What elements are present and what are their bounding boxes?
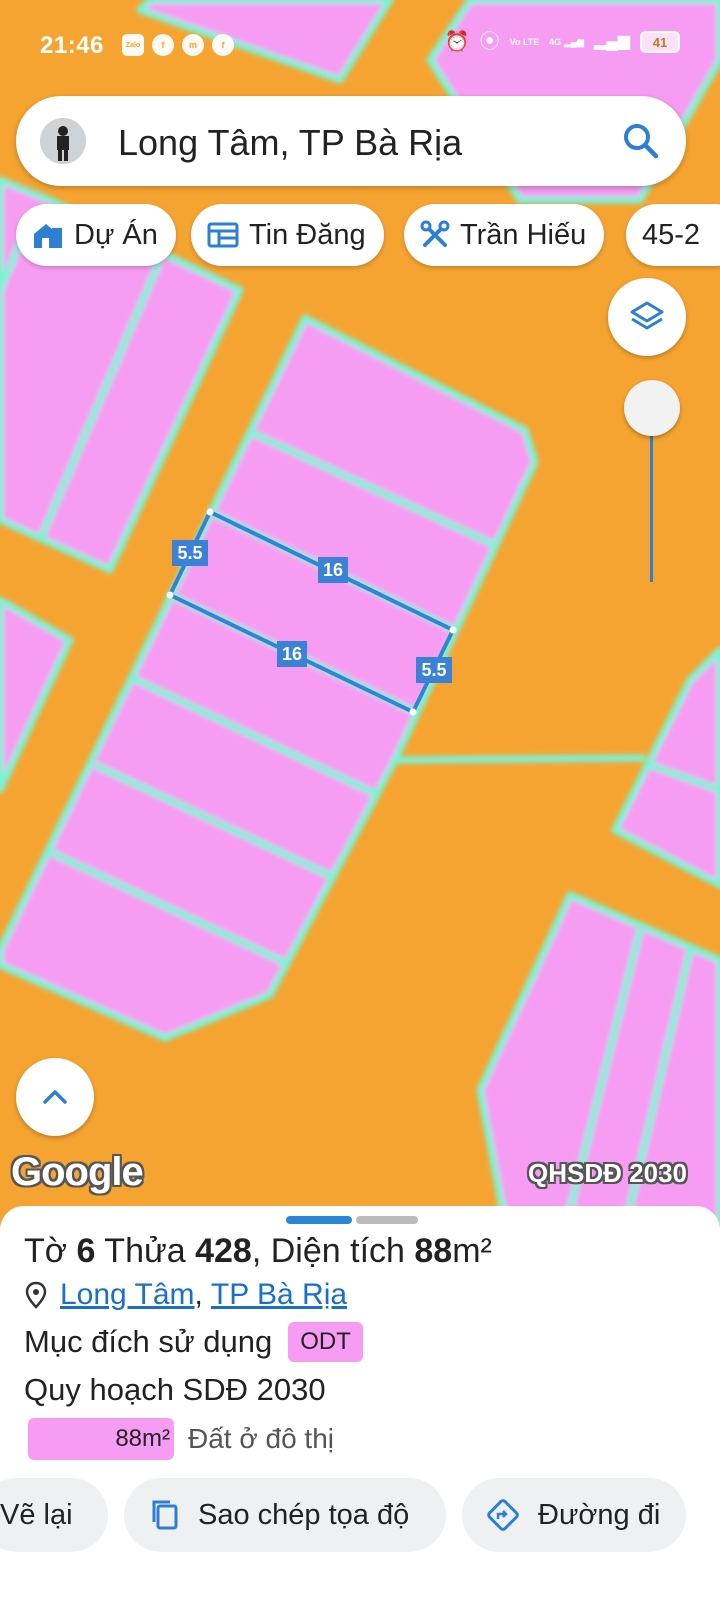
map-canvas[interactable]: 5.5 16 16 5.5 — [0, 0, 720, 1250]
legend-swatch: 88m² — [28, 1418, 174, 1460]
legend-row: 88m² Đất ở đô thị — [28, 1418, 334, 1460]
volte-icon: Vo LTE — [509, 37, 540, 47]
parcel-info-sheet: Tờ 6 Thửa 428, Diện tích 88m² Long Tâm ,… — [0, 1206, 720, 1608]
avatar[interactable] — [40, 118, 86, 164]
chip-du-an[interactable]: Dự Án — [16, 204, 176, 266]
parcel-vertex — [166, 591, 174, 599]
chip-label: Trần Hiếu — [460, 218, 587, 251]
sheet-handle-active[interactable] — [286, 1216, 352, 1224]
parcel-title: Tờ 6 Thửa 428, Diện tích 88m² — [24, 1232, 492, 1270]
building-icon — [34, 224, 62, 248]
location-icon: ⦿ — [479, 31, 500, 53]
status-time: 21:46 — [40, 32, 104, 59]
tools-icon — [420, 220, 450, 247]
sheet-handle[interactable] — [356, 1216, 418, 1224]
expand-up-button[interactable] — [16, 1058, 94, 1136]
opacity-slider-thumb[interactable] — [624, 380, 680, 436]
system-icons: ⏰ ⦿ Vo LTE 4G ▂▄▆ ▂▄▆ 41 — [445, 30, 680, 54]
legend-description: Đất ở đô thị — [188, 1423, 334, 1454]
location-pin-icon — [25, 1281, 47, 1309]
dimension-label-left: 5.5 — [177, 543, 202, 563]
avatar-image — [40, 118, 86, 164]
land-use-purpose: Mục đích sử dụng ODT — [24, 1322, 363, 1362]
chip-label: 45-2 — [642, 218, 701, 251]
redraw-button[interactable]: Vẽ lại — [0, 1478, 108, 1552]
listing-icon — [207, 222, 239, 248]
parcel-vertex — [449, 626, 457, 634]
ward-link[interactable]: Long Tâm — [60, 1278, 195, 1312]
zalo-icon: Zalo — [122, 34, 144, 56]
action-buttons: Vẽ lại Sao chép tọa độ Đường đi — [0, 1478, 720, 1552]
search-bar[interactable]: Long Tâm, TP Bà Rịa — [16, 96, 686, 186]
layer-name-label: QHSDĐ 2030 — [528, 1158, 687, 1188]
battery-indicator: 41 — [640, 31, 680, 53]
facebook-icon: f — [152, 34, 174, 56]
layers-icon — [630, 301, 664, 330]
parcel-vertex — [206, 508, 214, 516]
copy-coordinates-button[interactable]: Sao chép tọa độ — [124, 1478, 446, 1552]
legend-area: 88m² — [115, 1425, 170, 1452]
separator: , — [194, 1278, 203, 1311]
chip-tin-dang[interactable]: Tin Đăng — [191, 204, 384, 266]
purpose-code-badge: ODT — [288, 1322, 363, 1362]
dimension-label-top: 16 — [323, 560, 343, 580]
dimension-label-bottom: 16 — [282, 644, 302, 664]
directions-icon — [487, 1499, 519, 1531]
chip-label: Dự Án — [74, 218, 158, 251]
directions-button[interactable]: Đường đi — [462, 1478, 686, 1552]
plan-label: Quy hoạch SDĐ 2030 — [24, 1372, 326, 1407]
chip-label: Tin Đăng — [249, 218, 366, 251]
map-view[interactable]: 5.5 16 16 5.5 — [0, 0, 720, 1250]
signal-icon: 4G ▂▄▆ — [549, 37, 585, 47]
status-bar: 21:46 Zalo f m f ⏰ ⦿ Vo LTE 4G ▂▄▆ ▂▄▆ 4… — [0, 0, 720, 90]
parcel-location: Long Tâm , TP Bà Rịa — [24, 1278, 347, 1312]
copy-icon — [152, 1500, 178, 1530]
alarm-icon: ⏰ — [444, 31, 470, 53]
chip-45-2[interactable]: 45-2 — [626, 204, 720, 266]
chevron-up-icon — [43, 1090, 67, 1104]
google-logo: Google — [11, 1150, 144, 1194]
search-icon[interactable] — [620, 120, 662, 162]
layers-button[interactable] — [608, 278, 686, 356]
parcel-vertex — [409, 708, 417, 716]
facebook-icon: f — [212, 34, 234, 56]
signal-strength-icon: ▂▄▆ — [594, 33, 630, 50]
notification-icons: Zalo f m f — [122, 34, 234, 56]
dimension-label-right: 5.5 — [421, 660, 446, 680]
chip-tran-hieu[interactable]: Trần Hiếu — [404, 204, 605, 266]
purpose-label: Mục đích sử dụng — [24, 1324, 273, 1359]
city-link[interactable]: TP Bà Rịa — [211, 1278, 347, 1312]
messenger-icon: m — [182, 34, 204, 56]
search-input[interactable]: Long Tâm, TP Bà Rịa — [118, 122, 462, 164]
